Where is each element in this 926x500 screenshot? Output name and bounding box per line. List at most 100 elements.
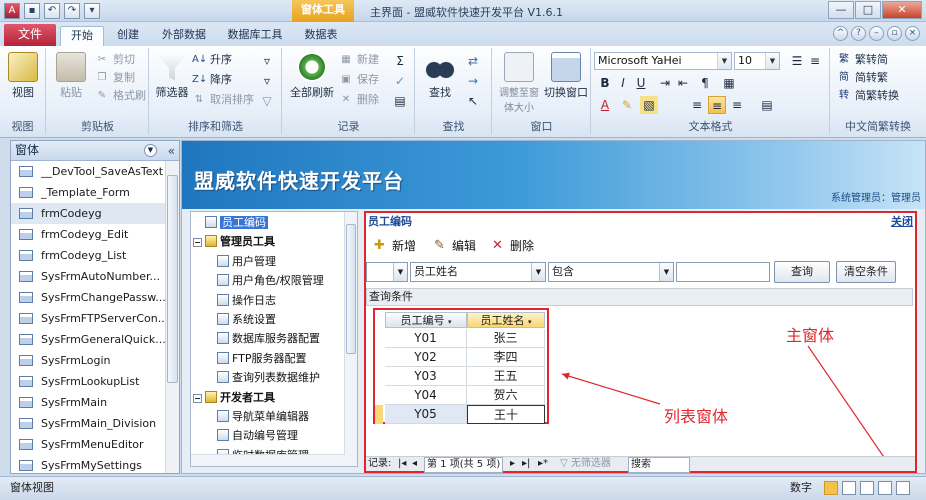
font-size-select[interactable]: 10 ▼ (734, 52, 780, 70)
delete-button[interactable]: ✕ 删除 (490, 237, 534, 255)
nav-item[interactable]: SysFrmLookupList (11, 371, 179, 392)
switch-window-button[interactable]: 切换窗口 (543, 50, 589, 100)
customize-qat-icon[interactable]: ▾ (84, 3, 100, 19)
advanced-filter-icon[interactable]: ▿ (258, 72, 276, 90)
nav-item[interactable]: frmCodeyg (11, 203, 179, 224)
chevron-down-icon[interactable]: ▼ (144, 144, 157, 157)
tab-external-data[interactable]: 外部数据 (152, 26, 216, 46)
indent-icon[interactable]: ⇥ (656, 74, 674, 92)
alt-row-color-icon[interactable]: ▤ (758, 96, 776, 114)
nav-item[interactable]: SysFrmMain (11, 392, 179, 413)
last-record-icon[interactable]: ▸| (522, 457, 530, 471)
clear-conditions-button[interactable]: 清空条件 (836, 261, 896, 283)
cell-emp-name[interactable]: 王十 (467, 405, 545, 424)
italic-icon[interactable]: I (614, 74, 632, 92)
trad-to-simp-button[interactable]: 繁繁转简 (837, 52, 888, 68)
bold-icon[interactable]: B (596, 74, 614, 92)
tree-node[interactable]: 系统设置 (217, 311, 276, 329)
spelling-icon[interactable]: ✓ (391, 72, 409, 90)
bullets-icon[interactable]: ☰ (788, 52, 806, 70)
ribbon-collapse-icon[interactable]: ^ (833, 26, 848, 41)
close-button[interactable]: ✕ (882, 1, 922, 19)
fill-color-icon[interactable]: ▧ (640, 96, 658, 114)
datasheet-view-icon[interactable] (842, 481, 856, 495)
replace-icon[interactable]: ⇄ (464, 52, 482, 70)
ltr-icon[interactable]: ¶ (696, 74, 714, 92)
nav-item[interactable]: __DevTool_SaveAsText (11, 161, 179, 182)
form-view-icon[interactable] (824, 481, 838, 495)
clear-sort-button[interactable]: ⇅ 取消排序 (192, 92, 254, 108)
no-filter-indicator[interactable]: ▽ 无筛选器 (560, 457, 611, 471)
refresh-all-button[interactable]: 全部刷新 (287, 50, 337, 100)
simp-to-trad-button[interactable]: 简简转繁 (837, 70, 888, 86)
nav-item[interactable]: _Template_Form (11, 182, 179, 203)
tree-node[interactable]: 查询列表数据维护 (217, 369, 320, 387)
record-position[interactable]: 第 1 项(共 5 项) (424, 457, 504, 473)
logic-select[interactable]: ▼ (366, 262, 408, 282)
fit-to-form-button[interactable]: 调整至窗体大小 (495, 50, 543, 114)
tree-node[interactable]: 用户角色/权限管理 (217, 272, 324, 290)
pivot-view-icon[interactable] (878, 481, 892, 495)
cell-emp-name[interactable]: 王五 (467, 367, 545, 386)
tab-datasheet[interactable]: 数据表 (296, 26, 346, 46)
tree-node[interactable]: 用户管理 (217, 253, 276, 271)
font-name-select[interactable]: Microsoft YaHei ▼ (594, 52, 732, 70)
undo-icon[interactable]: ↶ (44, 3, 60, 19)
gridlines-icon[interactable]: ▦ (720, 74, 738, 92)
tree-node[interactable]: 操作日志 (217, 292, 276, 310)
tab-home[interactable]: 开始 (60, 26, 104, 46)
format-painter-button[interactable]: ✎ 格式刷 (95, 88, 146, 104)
new-button[interactable]: ✚ 新增 (372, 237, 416, 255)
cell-emp-id[interactable]: Y05 (385, 405, 467, 424)
align-left-icon[interactable]: ≡ (688, 96, 706, 114)
cell-emp-id[interactable]: Y03 (385, 367, 467, 386)
row-selector[interactable] (375, 405, 383, 424)
first-record-icon[interactable]: |◂ (398, 457, 406, 471)
edit-button[interactable]: ✎ 编辑 (432, 237, 476, 255)
tree-horizontal-scrollbar[interactable] (191, 454, 345, 466)
next-record-icon[interactable]: ▸ (510, 457, 515, 471)
tree-node[interactable]: FTP服务器配置 (217, 350, 307, 368)
nav-item[interactable]: frmCodeyg_Edit (11, 224, 179, 245)
more-records-icon[interactable]: ▤ (391, 92, 409, 110)
totals-icon[interactable]: Σ (391, 52, 409, 70)
font-color-icon[interactable]: A (596, 96, 614, 114)
nav-scrollbar[interactable] (165, 161, 179, 473)
column-header-emp-name[interactable]: 员工姓名 ▾ (467, 312, 545, 328)
field-select[interactable]: 员工姓名 ▼ (410, 262, 546, 282)
filter-value-input[interactable] (676, 262, 770, 282)
doc-minimize-icon[interactable]: – (869, 26, 884, 41)
align-right-icon[interactable]: ≡ (728, 96, 746, 114)
column-header-emp-id[interactable]: 员工编号 ▾ (385, 312, 467, 328)
cell-emp-id[interactable]: Y02 (385, 348, 467, 367)
search-input[interactable]: 搜索 (628, 457, 690, 473)
copy-button[interactable]: ❐ 复制 (95, 70, 135, 86)
new-record-nav-icon[interactable]: ▸* (538, 457, 548, 471)
cut-button[interactable]: ✂ 剪切 (95, 52, 135, 68)
toggle-filter-icon[interactable]: ▽ (258, 92, 276, 110)
scroll-thumb[interactable] (167, 175, 178, 383)
maximize-button[interactable]: □ (855, 1, 881, 19)
nav-item[interactable]: SysFrmFTPServerCon... (11, 308, 179, 329)
scroll-thumb[interactable] (346, 224, 356, 354)
new-record-button[interactable]: ▦ 新建 (339, 52, 379, 68)
save-icon[interactable]: ▪ (24, 3, 40, 19)
tree-scrollbar[interactable] (344, 212, 357, 466)
nav-item[interactable]: SysFrmChangePassw... (11, 287, 179, 308)
collapse-icon[interactable]: − (193, 393, 202, 403)
nav-item[interactable]: SysFrmGeneralQuick... (11, 329, 179, 350)
nav-item[interactable]: SysFrmLogin (11, 350, 179, 371)
prev-record-icon[interactable]: ◂ (412, 457, 417, 471)
query-button[interactable]: 查询 (774, 261, 830, 283)
highlight-icon[interactable]: ✎ (618, 96, 636, 114)
tab-database-tools[interactable]: 数据库工具 (222, 26, 288, 46)
numbering-icon[interactable]: ≡ (806, 52, 824, 70)
tree-node[interactable]: 数据库服务器配置 (217, 330, 320, 348)
nav-item[interactable]: SysFrmAutoNumber... (11, 266, 179, 287)
redo-icon[interactable]: ↷ (64, 3, 80, 19)
sort-desc-button[interactable]: Z↓ 降序 (192, 72, 232, 88)
save-record-button[interactable]: ▣ 保存 (339, 72, 379, 88)
simp-trad-convert-button[interactable]: 转简繁转换 (837, 88, 899, 104)
nav-pane-header[interactable]: 窗体 ▼ « (11, 141, 179, 161)
tree-node[interactable]: 员工编码 (205, 214, 268, 232)
